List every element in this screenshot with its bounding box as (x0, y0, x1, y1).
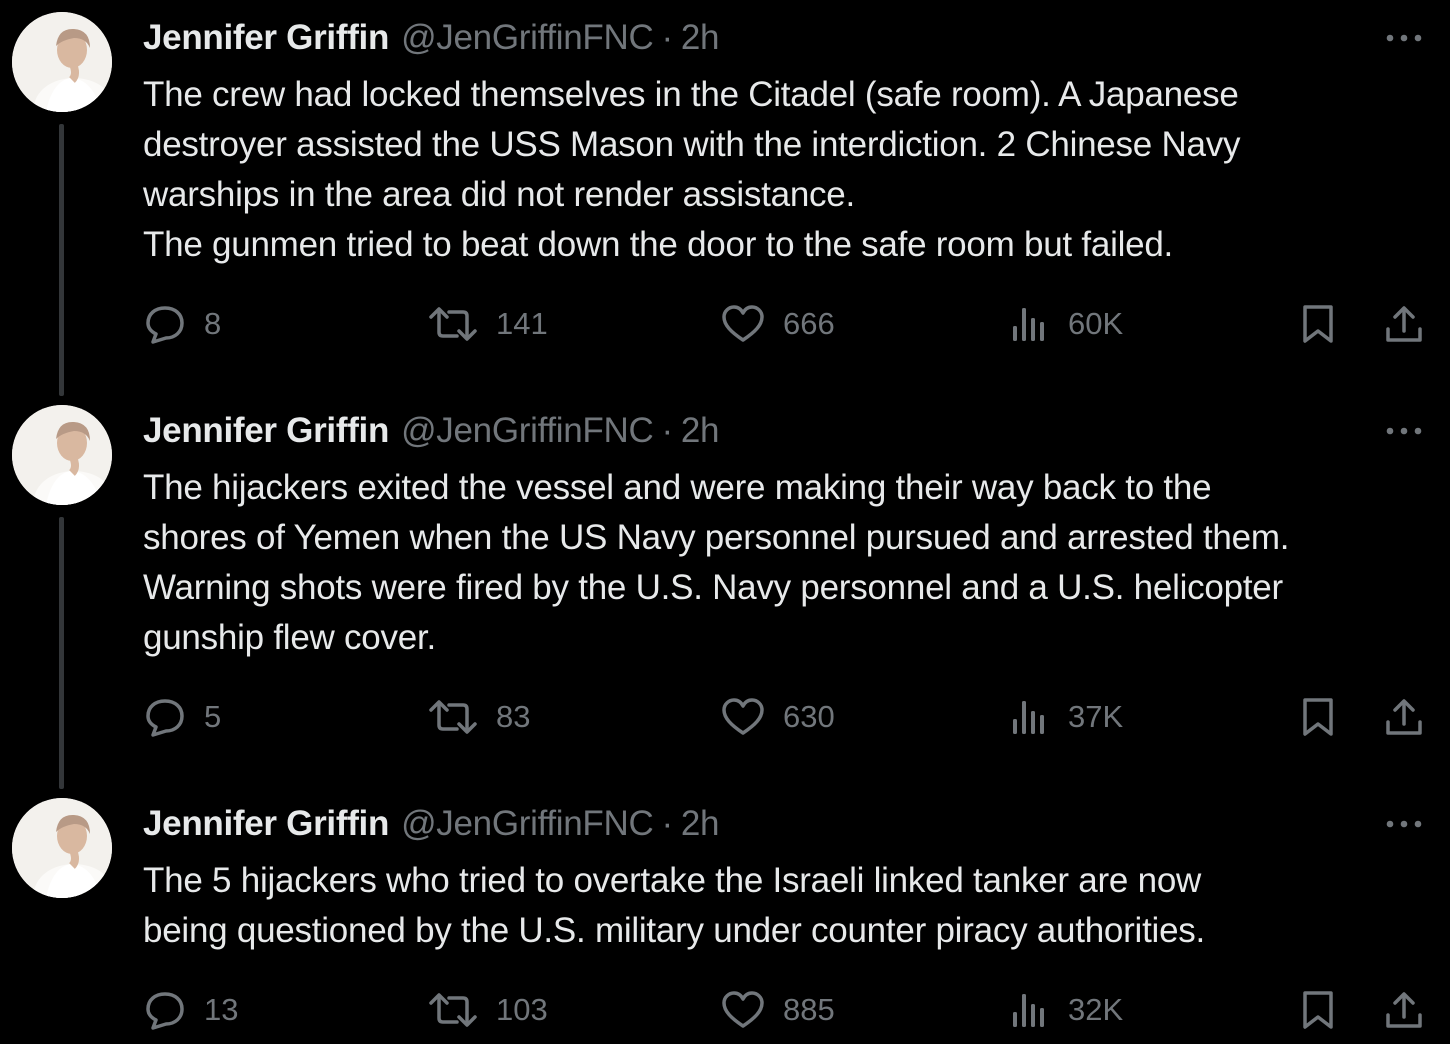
like-count: 630 (783, 699, 835, 734)
views-count: 32K (1068, 992, 1124, 1027)
retweet-button[interactable]: 141 (428, 302, 548, 346)
tweet-text: The hijackers exited the vessel and were… (143, 463, 1433, 663)
tweet-text-line: The hijackers exited the vessel and were… (143, 468, 1212, 507)
more-dots-icon (1386, 820, 1422, 828)
tweet-header: Jennifer Griffin @JenGriffinFNC · 2h (143, 802, 719, 846)
bookmark-button[interactable] (1300, 695, 1336, 739)
retweet-button[interactable]: 103 (428, 988, 548, 1032)
like-count: 885 (783, 992, 835, 1027)
more-options-button[interactable] (1382, 20, 1426, 56)
author-handle[interactable]: @JenGriffinFNC (401, 804, 654, 844)
author-name[interactable]: Jennifer Griffin (143, 804, 389, 844)
share-button[interactable] (1384, 988, 1424, 1032)
views-count: 37K (1068, 699, 1124, 734)
views-button[interactable]: 37K (1010, 695, 1123, 739)
tweet[interactable]: Jennifer Griffin @JenGriffinFNC · 2h The… (0, 393, 1450, 786)
bookmark-icon (1303, 305, 1333, 343)
share-icon (1386, 992, 1422, 1028)
tweet-timestamp[interactable]: 2h (681, 804, 720, 844)
author-avatar[interactable] (12, 12, 112, 112)
retweet-count: 141 (496, 306, 548, 341)
author-name[interactable]: Jennifer Griffin (143, 18, 389, 58)
tweet-text: The 5 hijackers who tried to overtake th… (143, 856, 1433, 956)
retweet-icon (429, 700, 477, 734)
more-dots-icon (1386, 34, 1422, 42)
bookmark-button[interactable] (1300, 988, 1336, 1032)
avatar-photo-icon (12, 12, 112, 112)
avatar-photo-icon (12, 798, 112, 898)
reply-button[interactable]: 13 (144, 988, 238, 1032)
tweet[interactable]: Jennifer Griffin @JenGriffinFNC · 2h The… (0, 786, 1450, 1044)
tweet-text-line: The 5 hijackers who tried to overtake th… (143, 861, 1202, 900)
heart-icon (722, 305, 764, 342)
retweet-button[interactable]: 83 (428, 695, 530, 739)
share-icon (1386, 306, 1422, 342)
like-count: 666 (783, 306, 835, 341)
tweet-text-line: Warning shots were fired by the U.S. Nav… (143, 568, 1283, 607)
share-button[interactable] (1384, 695, 1424, 739)
reply-icon (146, 699, 184, 737)
tweet-text-line: The gunmen tried to beat down the door t… (143, 225, 1174, 264)
retweet-count: 103 (496, 992, 548, 1027)
retweet-icon (429, 307, 477, 341)
like-button[interactable]: 885 (721, 988, 835, 1032)
tweet-text-line: destroyer assisted the USS Mason with th… (143, 125, 1241, 164)
header-separator: · (661, 804, 673, 843)
tweet-text-line: shores of Yemen when the US Navy personn… (143, 518, 1290, 557)
views-button[interactable]: 32K (1010, 988, 1123, 1032)
tweet[interactable]: Jennifer Griffin @JenGriffinFNC · 2h The… (0, 0, 1450, 393)
reply-count: 5 (204, 699, 222, 734)
tweet-timestamp[interactable]: 2h (681, 18, 720, 58)
reply-button[interactable]: 8 (144, 302, 221, 346)
retweet-count: 83 (496, 699, 531, 734)
like-button[interactable]: 630 (721, 695, 835, 739)
share-icon (1386, 699, 1422, 735)
tweet-text-line: gunship flew cover. (143, 618, 436, 657)
author-name[interactable]: Jennifer Griffin (143, 411, 389, 451)
tweet-timestamp[interactable]: 2h (681, 411, 720, 451)
tweet-text: The crew had locked themselves in the Ci… (143, 70, 1433, 270)
tweet-text-line: warships in the area did not render assi… (143, 175, 855, 214)
heart-icon (722, 698, 764, 735)
reply-count: 8 (204, 306, 222, 341)
share-button[interactable] (1384, 302, 1424, 346)
more-options-button[interactable] (1382, 413, 1426, 449)
reply-icon (146, 992, 184, 1030)
header-separator: · (661, 411, 673, 450)
tweet-text-line: The crew had locked themselves in the Ci… (143, 75, 1239, 114)
author-handle[interactable]: @JenGriffinFNC (401, 18, 654, 58)
views-chart-icon (1013, 701, 1044, 734)
reply-icon (146, 306, 184, 344)
heart-icon (722, 991, 764, 1028)
like-button[interactable]: 666 (721, 302, 835, 346)
bookmark-icon (1303, 698, 1333, 736)
views-chart-icon (1013, 308, 1044, 341)
author-avatar[interactable] (12, 798, 112, 898)
tweet-text-line: being questioned by the U.S. military un… (143, 911, 1206, 950)
avatar-photo-icon (12, 405, 112, 505)
views-chart-icon (1013, 994, 1044, 1027)
more-options-button[interactable] (1382, 806, 1426, 842)
bookmark-icon (1303, 991, 1333, 1029)
retweet-icon (429, 993, 477, 1027)
header-separator: · (661, 18, 673, 57)
reply-button[interactable]: 5 (144, 695, 221, 739)
author-handle[interactable]: @JenGriffinFNC (401, 411, 654, 451)
reply-count: 13 (204, 992, 239, 1027)
bookmark-button[interactable] (1300, 302, 1336, 346)
views-button[interactable]: 60K (1010, 302, 1123, 346)
tweet-header: Jennifer Griffin @JenGriffinFNC · 2h (143, 409, 719, 453)
tweet-header: Jennifer Griffin @JenGriffinFNC · 2h (143, 16, 719, 60)
more-dots-icon (1386, 427, 1422, 435)
author-avatar[interactable] (12, 405, 112, 505)
views-count: 60K (1068, 306, 1124, 341)
